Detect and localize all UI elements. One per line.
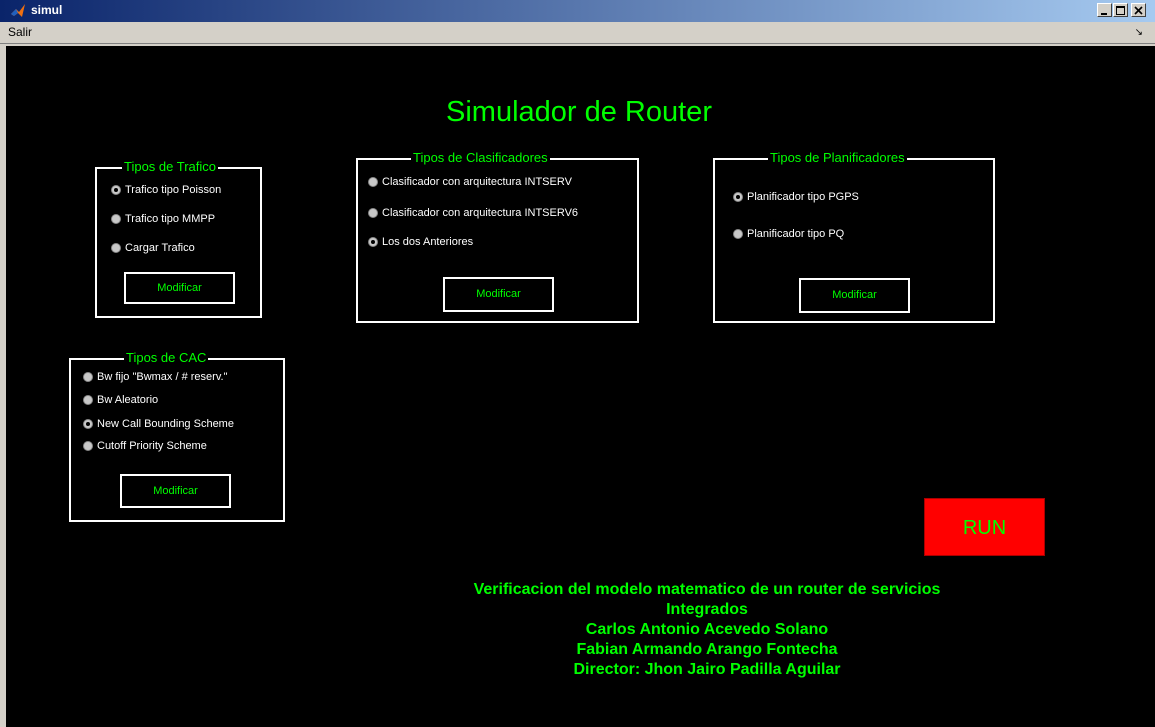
- radio-label: Cutoff Priority Scheme: [97, 440, 207, 452]
- credits-line-director: Director: Jhon Jairo Padilla Aguilar: [573, 661, 841, 678]
- radio-trafico-mmpp[interactable]: Trafico tipo MMPP: [111, 212, 215, 226]
- credits-line-author-2: Fabian Armando Arango Fontecha: [576, 641, 838, 658]
- radio-indicator: [83, 441, 93, 451]
- radio-label: Bw Aleatorio: [97, 394, 159, 406]
- radio-indicator: [368, 177, 378, 187]
- radio-indicator: [733, 192, 743, 202]
- radio-label: Clasificador con arquitectura INTSERV6: [382, 207, 579, 219]
- radio-indicator: [368, 237, 378, 247]
- radio-indicator: [83, 395, 93, 405]
- radio-los-dos-anteriores[interactable]: Los dos Anteriores: [368, 235, 473, 249]
- minimize-button[interactable]: [1097, 3, 1112, 17]
- dock-arrow-icon[interactable]: ↘: [1135, 27, 1143, 38]
- radio-label: Los dos Anteriores: [382, 236, 474, 248]
- minimize-icon: [1101, 13, 1107, 15]
- panel-title-trafico: Tipos de Trafico: [122, 159, 219, 174]
- radio-indicator: [733, 229, 743, 239]
- panel-clasificadores: Tipos de Clasificadores Clasificador con…: [356, 150, 639, 323]
- credits-line-project-cont: Integrados: [666, 601, 748, 618]
- radio-indicator: [83, 419, 93, 429]
- radio-cac-bw-aleatorio[interactable]: Bw Aleatorio: [83, 393, 158, 407]
- radio-cac-cutoff-priority[interactable]: Cutoff Priority Scheme: [83, 439, 207, 453]
- panel-title-planificadores: Tipos de Planificadores: [768, 150, 907, 165]
- radio-label: Planificador tipo PGPS: [747, 191, 859, 203]
- radio-indicator: [111, 243, 121, 253]
- radio-label: Bw fijo "Bwmax / # reserv.": [97, 371, 228, 383]
- radio-label: Trafico tipo MMPP: [125, 213, 216, 225]
- radio-label: New Call Bounding Scheme: [97, 418, 234, 430]
- radio-clasificador-intserv6[interactable]: Clasificador con arquitectura INTSERV6: [368, 206, 578, 220]
- maximize-button[interactable]: [1113, 3, 1128, 17]
- credits-line-author-1: Carlos Antonio Acevedo Solano: [585, 621, 829, 638]
- radio-label: Trafico tipo Poisson: [125, 184, 222, 196]
- radio-indicator: [368, 208, 378, 218]
- panel-trafico: Tipos de Trafico Trafico tipo Poisson Tr…: [95, 159, 262, 318]
- maximize-icon: [1116, 6, 1125, 15]
- radio-label: Clasificador con arquitectura INTSERV: [382, 176, 572, 188]
- radio-indicator: [111, 214, 121, 224]
- radio-trafico-poisson[interactable]: Trafico tipo Poisson: [111, 183, 221, 197]
- credits-block: Verificacion del modelo matematico de un…: [349, 580, 1065, 680]
- radio-indicator: [83, 372, 93, 382]
- radio-label: Planificador tipo PQ: [747, 228, 845, 240]
- radio-planificador-pgps[interactable]: Planificador tipo PGPS: [733, 190, 859, 204]
- menu-bar: Salir ↘: [0, 22, 1155, 44]
- radio-cargar-trafico[interactable]: Cargar Trafico: [111, 241, 195, 255]
- radio-cac-bw-fijo[interactable]: Bw fijo "Bwmax / # reserv.": [83, 370, 227, 384]
- window-title: simul: [31, 3, 63, 17]
- panel-title-clasificadores: Tipos de Clasificadores: [411, 150, 550, 165]
- figure-canvas: Simulador de Router Tipos de Trafico Tra…: [6, 46, 1155, 727]
- title-bar: simul: [0, 0, 1155, 22]
- modificar-trafico-button[interactable]: Modificar: [124, 272, 235, 304]
- modificar-cac-button[interactable]: Modificar: [120, 474, 231, 508]
- radio-indicator: [111, 185, 121, 195]
- close-icon: [1134, 6, 1143, 15]
- panel-planificadores: Tipos de Planificadores Planificador tip…: [713, 150, 995, 323]
- panel-title-cac: Tipos de CAC: [124, 350, 209, 365]
- radio-cac-new-call-bounding[interactable]: New Call Bounding Scheme: [83, 417, 234, 431]
- matlab-icon: [11, 4, 25, 17]
- menu-item-salir[interactable]: Salir: [8, 25, 32, 39]
- radio-clasificador-intserv[interactable]: Clasificador con arquitectura INTSERV: [368, 175, 572, 189]
- modificar-clasificadores-button[interactable]: Modificar: [443, 277, 554, 312]
- run-button[interactable]: RUN: [924, 498, 1045, 556]
- close-button[interactable]: [1131, 3, 1146, 17]
- page-title: Simulador de Router: [446, 96, 712, 128]
- panel-cac: Tipos de CAC Bw fijo "Bwmax / # reserv."…: [69, 350, 285, 522]
- radio-planificador-pq[interactable]: Planificador tipo PQ: [733, 227, 844, 241]
- modificar-planificadores-button[interactable]: Modificar: [799, 278, 910, 313]
- radio-label: Cargar Trafico: [125, 242, 195, 254]
- credits-line-project: Verificacion del modelo matematico de un…: [473, 581, 941, 598]
